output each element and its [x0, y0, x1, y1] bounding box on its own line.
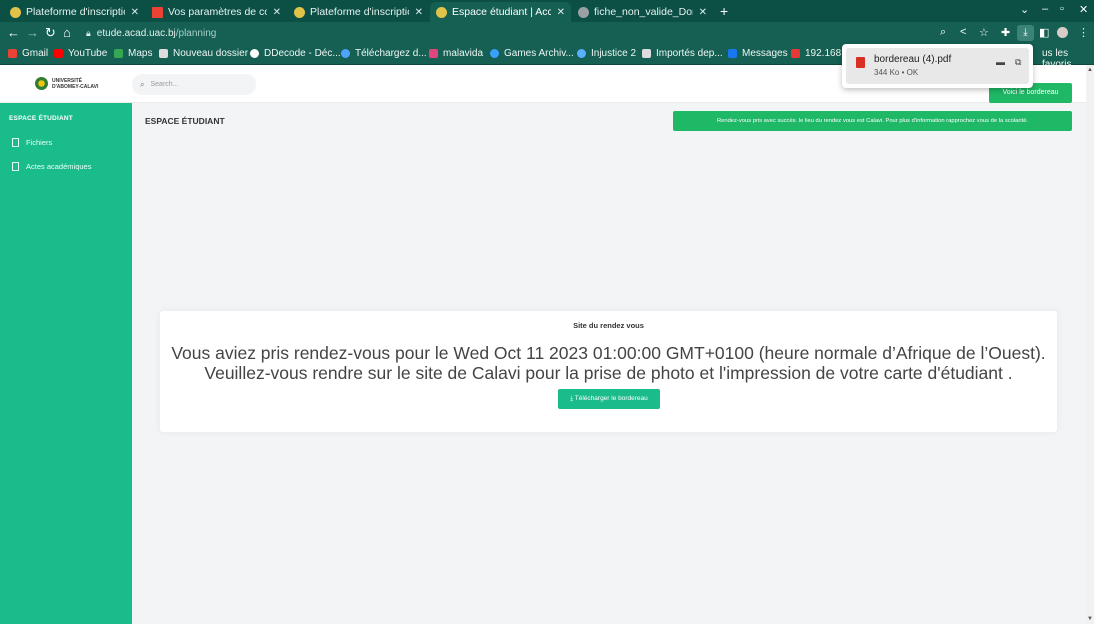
download-popup: bordereau (4).pdf 344 Ko • OK ▬ ⧉	[842, 44, 1033, 88]
bookmark-injustice[interactable]: Injustice 2	[577, 48, 636, 59]
folder-icon	[642, 49, 651, 58]
page-title: ESPACE ÉTUDIANT	[145, 116, 225, 126]
file-icon	[12, 162, 19, 171]
page-scrollbar[interactable]: ▲ ▼	[1086, 65, 1094, 624]
tab-plateforme-2[interactable]: Plateforme d'inscription ✕	[288, 2, 429, 22]
minimize-icon[interactable]: –	[1042, 3, 1048, 15]
maps-icon	[114, 49, 123, 58]
sidebar: ESPACE ÉTUDIANT Fichiers Actes académiqu…	[0, 103, 132, 624]
appointment-card: Site du rendez vous Vous aviez pris rend…	[160, 311, 1057, 432]
close-icon[interactable]: ✕	[273, 7, 281, 18]
close-icon[interactable]: ✕	[557, 7, 565, 18]
close-icon[interactable]: ✕	[699, 7, 707, 18]
share-icon[interactable]: <	[960, 26, 966, 38]
bookmark-star-icon[interactable]: ☆	[979, 26, 989, 39]
browser-window: Plateforme d'inscription ✕ Vos paramètre…	[0, 0, 1094, 624]
url-path: /planning	[175, 27, 217, 39]
address-bar[interactable]: 🔒︎ etude.acad.uac.bj/planning	[86, 24, 956, 42]
download-item[interactable]: bordereau (4).pdf 344 Ko • OK ▬ ⧉	[846, 48, 1029, 84]
extensions-icon[interactable]: ✚	[1001, 26, 1010, 39]
folder-icon[interactable]: ▬	[996, 57, 1005, 67]
tab-fiche-non-valide[interactable]: fiche_non_valide_Dorian ✕	[572, 2, 713, 22]
pdf-file-icon	[856, 57, 865, 68]
window-close-icon[interactable]: ✕	[1079, 3, 1088, 16]
ddecode-icon	[250, 49, 259, 58]
facebook-icon	[728, 49, 737, 58]
tab-plateforme-1[interactable]: Plateforme d'inscription ✕	[4, 2, 145, 22]
profile-avatar[interactable]	[1057, 27, 1068, 38]
url-host: etude.acad.uac.bj	[96, 27, 176, 39]
bookmark-messages[interactable]: Messages	[728, 48, 788, 59]
search-placeholder: Search...	[150, 81, 179, 88]
university-logo[interactable]: UNIVERSITÉ D'ABOMEY-CALAVI	[35, 77, 98, 90]
back-icon[interactable]: ←	[7, 25, 20, 40]
bookmark-gmail[interactable]: Gmail	[8, 48, 48, 59]
bookmark-telechargez[interactable]: Téléchargez d...	[341, 48, 427, 59]
reload-icon[interactable]: ↻	[45, 25, 56, 41]
forward-icon[interactable]: →	[26, 25, 39, 40]
download-site-icon	[341, 49, 350, 58]
tab-espace-etudiant[interactable]: Espace étudiant | Accueil ✕	[430, 2, 571, 22]
globe-icon	[578, 6, 589, 18]
side-panel-icon[interactable]: ◧	[1039, 26, 1049, 39]
folder-icon	[159, 49, 168, 58]
close-icon[interactable]: ✕	[415, 7, 423, 18]
site-favicon-icon	[10, 6, 21, 18]
download-filename: bordereau (4).pdf	[874, 54, 952, 65]
bookmark-youtube[interactable]: YouTube	[54, 48, 107, 59]
download-icon[interactable]: ⤓	[1017, 25, 1034, 41]
youtube-icon	[54, 49, 63, 58]
web-page: UNIVERSITÉ D'ABOMEY-CALAVI ⌕ Search... V…	[0, 65, 1094, 624]
appointment-line-2: Veuillez-vous rendre sur le site de Cala…	[204, 363, 1013, 383]
bookmark-importes[interactable]: Importés dep...	[642, 48, 723, 59]
download-bordereau-button[interactable]: ⤓ Télécharger le bordereau	[558, 389, 660, 409]
success-alert: Rendez-vous pris avec succès. le lieu du…	[673, 111, 1072, 131]
injustice-icon	[577, 49, 586, 58]
new-tab-icon[interactable]: +	[720, 3, 728, 19]
scroll-down-icon[interactable]: ▼	[1087, 616, 1093, 622]
browser-toolbar: ← → ↻ ⌂ 🔒︎ etude.acad.uac.bj/planning ⌕ …	[0, 22, 1094, 44]
zoom-icon[interactable]: ⌕	[940, 26, 946, 39]
home-icon[interactable]: ⌂	[63, 25, 71, 40]
appointment-message: Vous aviez pris rendez-vous pour le Wed …	[160, 343, 1057, 383]
site-favicon-icon	[436, 6, 447, 18]
file-icon	[12, 138, 19, 147]
download-status: 344 Ko • OK	[874, 68, 919, 77]
search-icon: ⌕	[140, 79, 145, 89]
bookmark-games-archive[interactable]: Games Archiv...	[490, 48, 574, 59]
bookmark-maps[interactable]: Maps	[114, 48, 152, 59]
menu-icon[interactable]: ⋮	[1078, 26, 1089, 39]
gmail-icon	[8, 49, 17, 58]
gmail-icon	[152, 6, 163, 18]
tab-strip: Plateforme d'inscription ✕ Vos paramètre…	[0, 0, 1094, 22]
close-icon[interactable]: ✕	[131, 7, 139, 18]
sidebar-item-fichiers[interactable]: Fichiers	[12, 138, 52, 147]
appointment-line-1: Vous aviez pris rendez-vous pour le Wed …	[171, 343, 1046, 363]
router-icon	[791, 49, 800, 58]
university-seal-icon	[35, 77, 48, 90]
games-icon	[490, 49, 499, 58]
sidebar-item-actes-academiques[interactable]: Actes académiques	[12, 162, 91, 171]
scroll-up-icon[interactable]: ▲	[1087, 67, 1093, 73]
sidebar-title: ESPACE ÉTUDIANT	[9, 115, 73, 122]
site-favicon-icon	[294, 6, 305, 18]
bookmark-nouveau-dossier[interactable]: Nouveau dossier	[159, 48, 248, 59]
card-title: Site du rendez vous	[573, 321, 644, 330]
lock-icon: 🔒︎	[86, 27, 91, 38]
bookmark-malavida[interactable]: malavida	[429, 48, 483, 59]
open-external-icon[interactable]: ⧉	[1015, 57, 1021, 68]
tab-gmail-settings[interactable]: Vos paramètres de comp ✕	[146, 2, 287, 22]
malavida-icon	[429, 49, 438, 58]
tab-search-icon[interactable]: ⌄	[1020, 3, 1029, 16]
bookmark-ddecode[interactable]: DDecode - Déc...	[250, 48, 341, 59]
bookmark-router[interactable]: 192.168.	[791, 48, 844, 59]
search-input[interactable]: ⌕ Search...	[132, 74, 256, 95]
maximize-icon[interactable]: ▫	[1060, 3, 1064, 15]
logo-line-2: D'ABOMEY-CALAVI	[52, 83, 99, 90]
